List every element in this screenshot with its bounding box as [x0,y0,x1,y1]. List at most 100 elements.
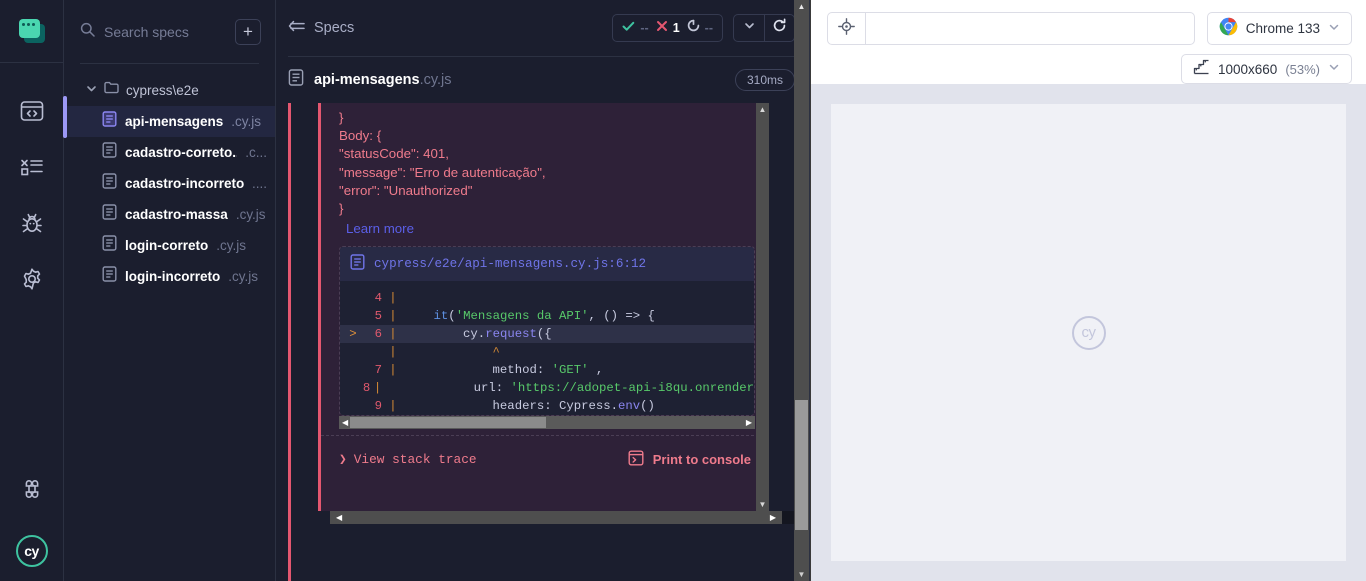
code-gutter-marker [346,289,360,307]
app-iframe[interactable]: cy [831,104,1346,561]
print-to-console-button[interactable]: Print to console [628,450,751,469]
code-line-text: it('Mensagens da API', () => { [433,309,655,324]
spec-list-item[interactable]: cadastro-incorreto.... [64,168,275,199]
add-spec-button[interactable]: + [235,18,261,45]
sidebar-item-specs[interactable] [0,83,64,139]
code-pipe: | [373,381,382,396]
selector-playground-button[interactable] [828,13,866,44]
code-gutter-marker: > [349,327,357,342]
browser-selector-button[interactable]: Chrome 133 [1206,12,1352,45]
code-line-number: 4 [374,291,382,306]
scroll-right-arrow-icon[interactable]: ▶ [743,418,755,427]
viewport-scale: (53%) [1285,61,1320,77]
spec-file-icon [102,142,117,163]
sidebar-item-debug[interactable] [0,195,64,251]
cy-circle-icon[interactable]: cy [15,535,48,567]
code-line-number: 8 [362,381,371,396]
view-stack-trace-button[interactable]: ❯ View stack trace [339,452,477,467]
search-input[interactable] [104,23,226,40]
scroll-up-arrow-icon[interactable]: ▲ [794,2,809,11]
keyboard-shortcuts-button[interactable] [0,461,64,517]
scrollbar-thumb[interactable] [350,417,546,429]
check-icon [622,19,635,37]
viewport-row: 1000x660 (53%) [827,45,1352,84]
error-scroll-region: } Body: { "statusCode": 401, "message": … [288,103,809,581]
url-bar[interactable] [827,12,1195,45]
error-line: "error": "Unauthorized" [339,182,473,198]
spec-list-item[interactable]: login-correto .cy.js [64,230,275,261]
code-gutter-marker [346,397,360,415]
specs-sidebar: + cypress\e2e [64,0,276,581]
error-line: Body: { [339,128,382,144]
spec-list-item[interactable]: cadastro-massa .cy.js [64,199,275,230]
sidebar-item-settings[interactable] [0,251,64,307]
toggle-specs-dropdown-button[interactable] [734,15,764,41]
chevron-right-icon: ❯ [339,452,347,468]
spec-duration-badge: 310ms [734,69,795,91]
test-runner-panel: Specs -- 1 -- api-mensagens.cy.js 310ms … [276,0,810,581]
runner-header-controls: -- 1 -- [612,14,795,42]
stat-failed: 1 [656,19,680,37]
specs-search-row: + [64,0,275,63]
code-pipe: | [389,327,397,342]
scroll-right-arrow-icon[interactable]: ▶ [767,513,779,522]
spec-item-name: login-correto [125,238,209,253]
scroll-up-arrow-icon[interactable]: ▲ [759,105,767,114]
error-line: "statusCode": 401, [339,146,449,162]
code-line: 5 | it('Mensagens da API', () => { [340,307,754,325]
sidebar-item-runs[interactable] [0,139,64,195]
runner-actions [733,14,795,42]
app-preview-panel: Chrome 133 1000x660 (53%) cy [810,0,1366,581]
code-pipe: | [389,363,397,378]
error-card: } Body: { "statusCode": 401, "message": … [318,103,769,511]
spec-list-item[interactable]: login-incorreto .cy.js [64,261,275,292]
code-line-text: headers: Cypress.env() [404,399,655,414]
code-line-highlighted: >6 | cy.request({ [340,325,754,344]
gear-icon [20,267,44,291]
spec-file-icon [102,235,117,256]
arrow-left-icon [288,19,305,38]
passed-count: -- [640,21,649,35]
code-frame-body: 4 | 5 | it('Mensagens da API', () => { >6 |… [340,281,754,416]
code-line-text: url: 'https://adopet-api-i8qu.onrender [385,381,754,396]
url-input[interactable] [866,21,1194,36]
spec-item-ext: .cy.js [216,238,246,253]
search-box[interactable] [80,22,226,42]
rerun-tests-button[interactable] [764,15,794,41]
ruler-icon [1193,58,1210,80]
runner-vertical-scrollbar[interactable]: ▲ ▼ [794,0,809,581]
error-card-vertical-scrollbar[interactable]: ▲ ▼ [756,103,769,511]
learn-more-link[interactable]: Learn more [346,220,414,238]
spec-list-item[interactable]: api-mensagens .cy.js [64,106,275,137]
code-line-number: 5 [374,309,382,324]
scrollbar-thumb[interactable] [795,400,808,530]
stat-pending: -- [687,19,713,37]
error-line: } [339,201,344,217]
error-actions: ❯ View stack trace Print to console [321,435,769,479]
code-gutter-marker [346,379,355,397]
spec-item-ext: .c... [245,145,267,160]
app-preview-stage: cy [811,84,1366,581]
runner-horizontal-scrollbar[interactable]: ◀ ▶ [330,511,796,524]
code-frame-horizontal-scrollbar[interactable]: ◀ ▶ [339,416,755,430]
scroll-left-arrow-icon[interactable]: ◀ [333,513,345,522]
current-spec-header: api-mensagens.cy.js 310ms [276,57,809,103]
scroll-left-arrow-icon[interactable]: ◀ [339,418,351,427]
folder-icon [104,81,119,99]
scroll-down-arrow-icon[interactable]: ▼ [794,570,809,579]
spec-file-icon [102,266,117,287]
spec-list-item[interactable]: cadastro-correto.. .c... [64,137,275,168]
code-line: 8 | url: 'https://adopet-api-i8qu.onrende… [340,379,754,397]
code-line-number [360,343,382,361]
scroll-down-arrow-icon[interactable]: ▼ [759,500,767,509]
cypress-logo[interactable] [0,0,63,63]
rail-bottom-group: cy [0,461,64,581]
code-line-number: 6 [374,327,382,342]
spec-folder-row[interactable]: cypress\e2e [64,74,275,106]
viewport-selector-button[interactable]: 1000x660 (53%) [1181,54,1352,84]
spec-item-ext: .cy.js [235,207,266,222]
code-line-caret: | ^ [340,343,754,361]
back-to-specs-button[interactable]: Specs [288,19,354,38]
code-frame-path-link[interactable]: cypress/e2e/api-mensagens.cy.js:6:12 [340,247,754,282]
spec-file-icon [102,173,117,194]
